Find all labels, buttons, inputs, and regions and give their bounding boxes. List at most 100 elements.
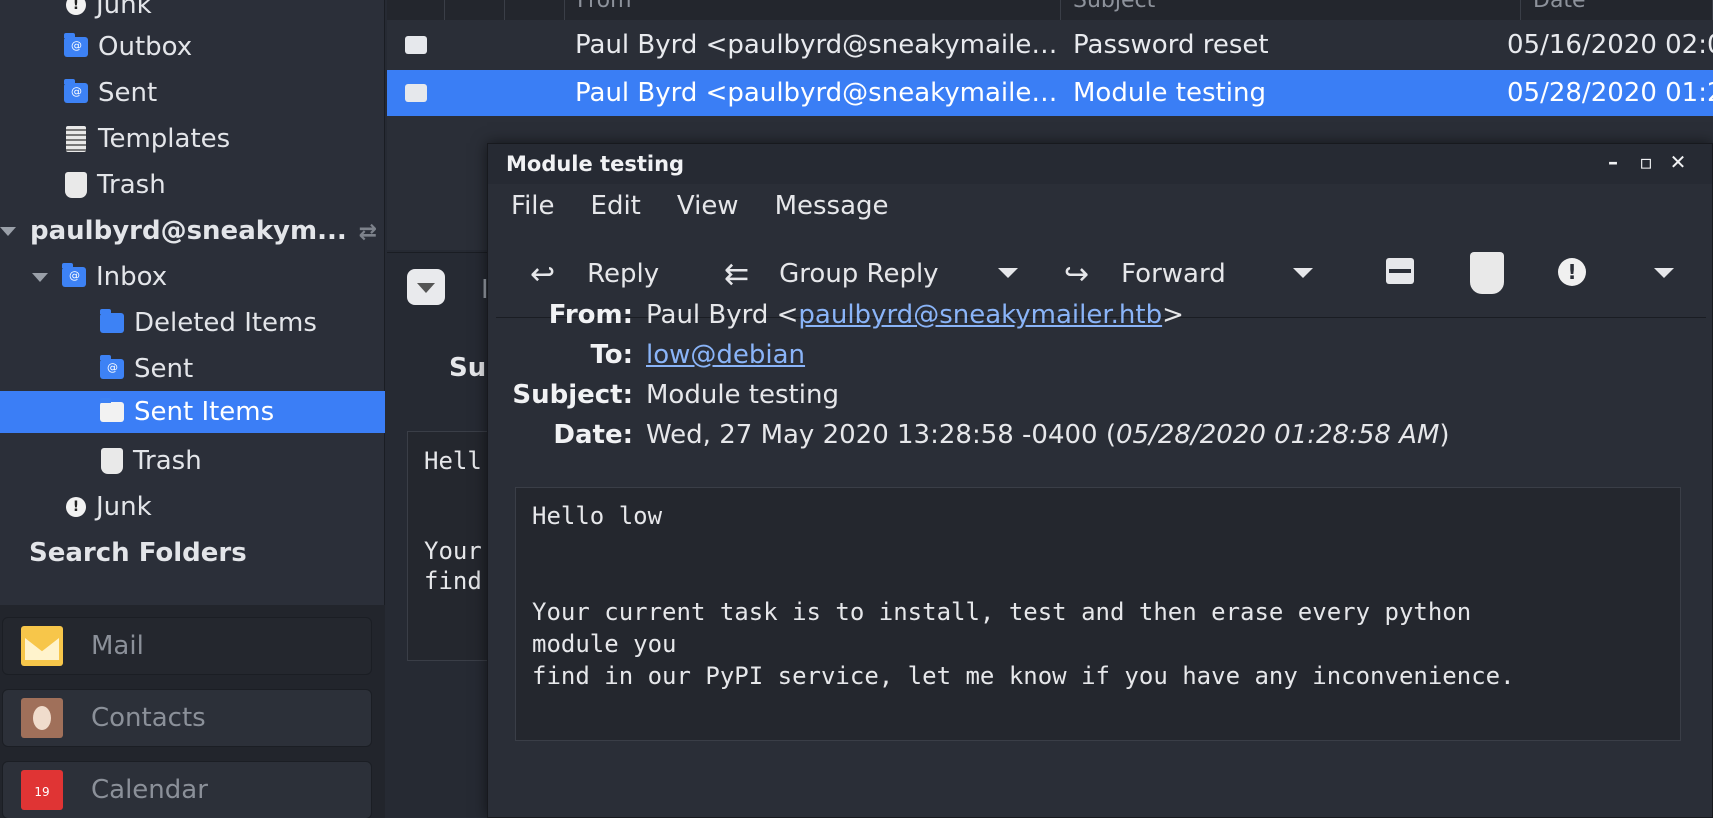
- app-contacts-button[interactable]: Contacts: [2, 689, 372, 747]
- maximize-icon[interactable]: ▫: [1634, 150, 1658, 174]
- message-row[interactable]: Paul Byrd <paulbyrd@sneakymaile… Passwor…: [387, 22, 1713, 68]
- more-dropdown-icon[interactable]: [1654, 268, 1674, 278]
- folder-outbox[interactable]: Outbox: [0, 26, 385, 68]
- account-label: paulbyrd@sneakym...: [30, 216, 347, 246]
- folder-label: Search Folders: [29, 538, 247, 568]
- header-from-value: Paul Byrd <paulbyrd@sneakymailer.htb>: [646, 300, 1184, 330]
- preview-subject-label: Su: [449, 353, 487, 383]
- calendar-icon: 19: [21, 770, 63, 810]
- mail-icon: [21, 626, 63, 666]
- menu-view[interactable]: View: [659, 186, 757, 226]
- menu-edit[interactable]: Edit: [573, 186, 659, 226]
- folder-icon: [64, 79, 88, 103]
- column-from[interactable]: From: [565, 0, 1061, 20]
- column-label: From: [577, 0, 632, 13]
- forward-button[interactable]: ↪ Forward: [1064, 248, 1226, 300]
- message-subject: Module testing: [1073, 78, 1266, 108]
- sync-icon[interactable]: ⇄: [359, 220, 377, 245]
- column-date[interactable]: Date: [1521, 0, 1713, 20]
- minimize-icon[interactable]: –: [1601, 150, 1625, 174]
- menu-file[interactable]: File: [488, 186, 573, 226]
- folder-icon: [62, 263, 86, 287]
- collapse-header-button[interactable]: [407, 269, 445, 305]
- folder-inbox-trash[interactable]: Trash: [0, 440, 385, 482]
- message-date: 05/16/2020 02:0: [1507, 30, 1713, 60]
- from-tail: >: [1162, 300, 1184, 330]
- app-label: Mail: [91, 631, 144, 661]
- folder-label: Deleted Items: [134, 308, 317, 338]
- app-mail-button[interactable]: Mail: [2, 617, 372, 675]
- trash-icon: [101, 448, 123, 474]
- collapse-arrow-icon[interactable]: [0, 226, 16, 236]
- from-email-link[interactable]: paulbyrd@sneakymailer.htb: [798, 300, 1162, 330]
- folder-templates[interactable]: Templates: [0, 118, 385, 160]
- folder-icon: [100, 309, 124, 333]
- column-flag[interactable]: [505, 0, 565, 20]
- group-reply-label: Group Reply: [779, 259, 939, 289]
- folder-inbox-sent[interactable]: Sent: [0, 348, 385, 390]
- message-from: Paul Byrd <paulbyrd@sneakymaile…: [575, 78, 1058, 108]
- folder-icon: [64, 33, 88, 57]
- reply-button[interactable]: ↩ Reply: [530, 248, 659, 300]
- folder-trash[interactable]: Trash: [0, 164, 385, 206]
- column-subject[interactable]: Subject: [1061, 0, 1521, 20]
- header-to-label: To:: [590, 340, 633, 370]
- folder-inbox[interactable]: Inbox: [0, 256, 385, 298]
- message-body[interactable]: Hello low Your current task is to instal…: [515, 487, 1681, 741]
- menu-message[interactable]: Message: [757, 186, 907, 226]
- folder-sent[interactable]: Sent: [0, 72, 385, 114]
- folder-label: Sent: [134, 354, 194, 384]
- account-row[interactable]: paulbyrd@sneakym... ⇄: [0, 210, 385, 252]
- folder-deleted-items[interactable]: Deleted Items: [0, 302, 385, 344]
- folder-label: Trash: [133, 446, 202, 476]
- column-attachment[interactable]: [445, 0, 505, 20]
- message-subject: Password reset: [1073, 30, 1269, 60]
- folder-icon: [100, 398, 124, 422]
- folder-label: Templates: [98, 124, 231, 154]
- group-reply-button[interactable]: ⇇ Group Reply: [724, 248, 939, 300]
- header-date-value: Wed, 27 May 2020 13:28:58 -0400 (05/28/2…: [646, 420, 1450, 450]
- junk-icon: !: [66, 497, 86, 517]
- folder-label: Sent Items: [134, 397, 275, 427]
- contacts-icon: [21, 698, 63, 738]
- folder-label: Junk: [96, 492, 152, 522]
- to-email-link[interactable]: low@debian: [646, 340, 805, 370]
- header-from-label: From:: [548, 300, 633, 330]
- close-icon[interactable]: ✕: [1666, 150, 1690, 174]
- forward-dropdown-icon[interactable]: [1293, 268, 1313, 278]
- column-status[interactable]: [387, 0, 445, 20]
- print-icon[interactable]: [1386, 258, 1414, 284]
- group-reply-icon: ⇇: [724, 256, 750, 292]
- junk-icon[interactable]: !: [1558, 258, 1586, 286]
- header-subject-label: Subject:: [512, 380, 633, 410]
- message-row-selected[interactable]: Paul Byrd <paulbyrd@sneakymaile… Module …: [387, 70, 1713, 116]
- collapse-arrow-icon[interactable]: [32, 272, 48, 282]
- app-label: Contacts: [91, 703, 206, 733]
- header-subject-value: Module testing: [646, 380, 839, 410]
- folder-label: Outbox: [98, 32, 193, 62]
- envelope-icon: [405, 36, 427, 54]
- folder-junk[interactable]: ! Junk: [0, 486, 385, 528]
- message-window: Module testing – ▫ ✕ File Edit View Mess…: [487, 143, 1713, 818]
- message-from: Paul Byrd <paulbyrd@sneakymaile…: [575, 30, 1058, 60]
- app-label: Calendar: [91, 775, 208, 805]
- folder-junk-top[interactable]: ! Junk: [0, 0, 385, 26]
- search-folders[interactable]: Search Folders: [0, 532, 385, 574]
- reply-label: Reply: [587, 259, 660, 289]
- delete-icon[interactable]: [1470, 252, 1504, 294]
- column-label: Date: [1533, 0, 1586, 13]
- date-local: 05/28/2020 01:28:58 AM: [1116, 420, 1440, 450]
- column-label: Subject: [1073, 0, 1156, 13]
- app-switcher: Mail Contacts 19 Calendar: [0, 605, 385, 818]
- junk-icon: !: [66, 0, 86, 15]
- window-titlebar[interactable]: Module testing – ▫ ✕: [488, 144, 1712, 184]
- from-name: Paul Byrd <: [646, 300, 799, 330]
- folder-label: Sent: [98, 78, 158, 108]
- calendar-day: 19: [34, 785, 50, 799]
- group-reply-dropdown-icon[interactable]: [998, 268, 1018, 278]
- folder-label: Inbox: [96, 262, 168, 292]
- templates-icon: [66, 126, 86, 152]
- header-to-value: low@debian: [646, 340, 805, 370]
- app-calendar-button[interactable]: 19 Calendar: [2, 761, 372, 818]
- folder-sent-items[interactable]: Sent Items: [0, 391, 385, 433]
